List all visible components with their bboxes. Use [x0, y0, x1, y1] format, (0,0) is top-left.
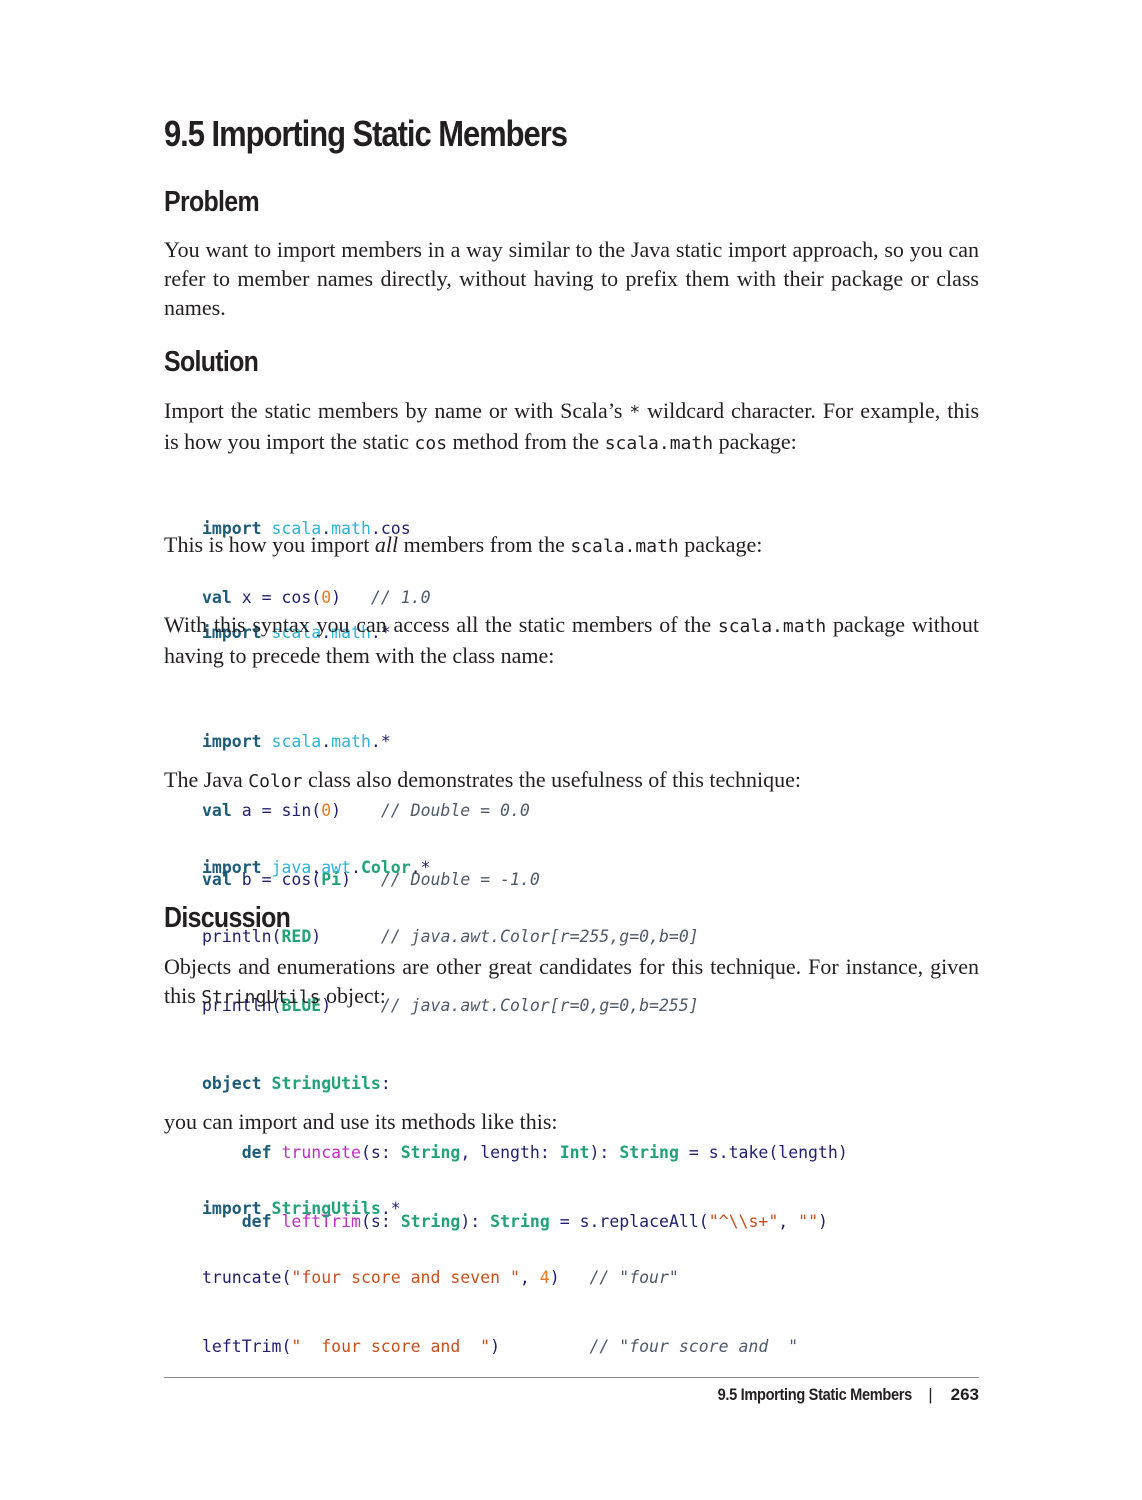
code-line: import java.awt.Color.*: [202, 858, 431, 877]
inline-code: *: [629, 402, 641, 423]
discussion-paragraph-1: Objects and enumerations are other great…: [164, 954, 979, 1008]
solution-heading: Solution: [164, 346, 259, 378]
inline-code: StringUtils: [201, 987, 321, 1008]
inline-code: scala.math: [717, 616, 827, 637]
footer-divider: [164, 1377, 979, 1378]
code-line: truncate("four score and seven ", 4) // …: [202, 1268, 679, 1287]
solution-paragraph-1: Import the static members by name or wit…: [164, 398, 980, 454]
code-block-stringutils-usage: import StringUtils.* truncate("four scor…: [202, 1151, 798, 1404]
inline-code: Color: [248, 771, 303, 792]
problem-heading: Problem: [164, 186, 260, 218]
footer-separator: |: [928, 1385, 933, 1404]
code-line: leftTrim(" four score and ") // "four sc…: [202, 1337, 799, 1356]
section-title: 9.5 Importing Static Members: [164, 113, 568, 154]
inline-code: scala.math: [570, 536, 679, 557]
code-line: import scala.math.*: [202, 732, 391, 751]
inline-code: cos: [414, 433, 448, 454]
code-line: object StringUtils:: [202, 1074, 391, 1093]
problem-text: You want to import members in a way simi…: [164, 237, 979, 320]
inline-code: scala.math: [604, 433, 714, 454]
discussion-paragraph-2: you can import and use its methods like …: [164, 1109, 558, 1134]
page-footer: 9.5 Importing Static Members | 263: [686, 1385, 979, 1405]
running-title: 9.5 Importing Static Members: [717, 1385, 913, 1404]
solution-paragraph-4: The Java Color class also demonstrates t…: [164, 767, 802, 792]
solution-paragraph-2: This is how you import all members from …: [164, 532, 763, 557]
solution-paragraph-3: With this syntax you can access all the …: [164, 612, 979, 668]
page-number: 263: [950, 1385, 979, 1404]
code-line: import StringUtils.*: [202, 1199, 401, 1218]
discussion-heading: Discussion: [164, 902, 291, 934]
